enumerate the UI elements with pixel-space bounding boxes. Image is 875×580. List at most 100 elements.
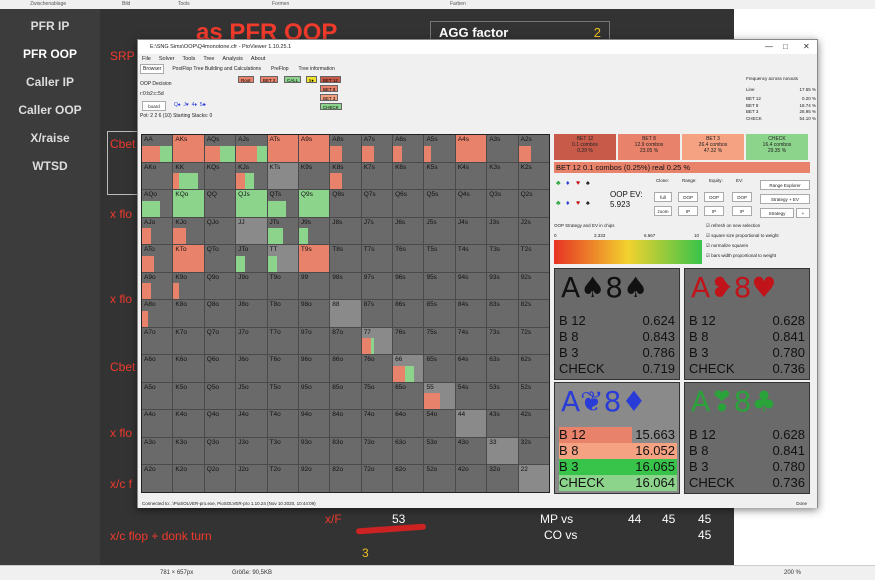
hand-cell-98s[interactable]: 98s bbox=[330, 272, 361, 300]
hand-cell-63s[interactable]: 63s bbox=[487, 355, 518, 382]
range-oop-button[interactable]: OOP bbox=[678, 192, 698, 202]
hand-cell-94o[interactable]: 94o bbox=[298, 410, 330, 437]
hand-cell-54s[interactable]: 54s bbox=[455, 382, 487, 410]
hand-cell-kqo[interactable]: KQo bbox=[173, 190, 204, 217]
sidebar-item-wtsd[interactable]: WTSD bbox=[0, 159, 100, 173]
hand-cell-t9o[interactable]: T9o bbox=[267, 272, 298, 300]
hand-cell-t5o[interactable]: T5o bbox=[267, 382, 298, 410]
hand-cell-q2s[interactable]: Q2s bbox=[518, 190, 549, 217]
hand-cell-62o[interactable]: 62o bbox=[393, 465, 424, 492]
hand-cell-k2s[interactable]: K2s bbox=[518, 162, 549, 190]
tab-browser[interactable]: Browser bbox=[140, 64, 165, 74]
hand-cell-76o[interactable]: 76o bbox=[361, 355, 393, 382]
hand-cell-a9s[interactable]: A9s bbox=[298, 135, 330, 162]
hand-cell-73o[interactable]: 73o bbox=[361, 437, 393, 465]
tree-node-bet3[interactable]: BET 3 bbox=[320, 94, 339, 101]
hand-cell-82s[interactable]: 82s bbox=[518, 300, 549, 327]
hand-cell-75s[interactable]: 75s bbox=[424, 327, 455, 355]
hand-cell-j8o[interactable]: J8o bbox=[236, 300, 267, 327]
hand-cell-k5o[interactable]: K5o bbox=[173, 382, 204, 410]
combo-card-spades[interactable]: A♠8♠ B 12 0.624 B 8 0.843 B 3 0.786 CHECK 0.719 bbox=[554, 268, 680, 380]
hand-cell-j7o[interactable]: J7o bbox=[236, 327, 267, 355]
tree-node-root[interactable]: Root bbox=[238, 76, 254, 83]
zoom-button[interactable]: zoom bbox=[654, 206, 672, 216]
menu-file[interactable]: File bbox=[142, 56, 151, 62]
hand-cell-k4s[interactable]: K4s bbox=[455, 162, 487, 190]
hand-cell-kjs[interactable]: KJs bbox=[236, 162, 267, 190]
tree-node-check[interactable]: CHECK bbox=[320, 103, 342, 110]
hand-cell-t3o[interactable]: T3o bbox=[267, 437, 298, 465]
hand-cell-jts[interactable]: JTs bbox=[267, 217, 298, 245]
hand-cell-t4o[interactable]: T4o bbox=[267, 410, 298, 437]
action-summary-bet3[interactable]: BET 3 26.4 combos 47.32 % bbox=[682, 134, 744, 160]
hand-cell-aa[interactable]: AA bbox=[142, 135, 173, 162]
hand-cell-k6s[interactable]: K6s bbox=[393, 162, 424, 190]
hand-cell-93s[interactable]: 93s bbox=[487, 272, 518, 300]
action-summary-check[interactable]: CHECK 16.4 combos 29.35 % bbox=[746, 134, 808, 160]
hand-cell-97o[interactable]: 97o bbox=[298, 327, 330, 355]
combo-card-hearts[interactable]: A❥8♥ B 12 0.628 B 8 0.841 B 3 0.780 CHECK 0.736 bbox=[684, 268, 810, 380]
hand-cell-96s[interactable]: 96s bbox=[393, 272, 424, 300]
menu-analysis[interactable]: Analysis bbox=[222, 56, 242, 62]
club-icon[interactable]: ♣ bbox=[556, 200, 561, 207]
hand-cell-83s[interactable]: 83s bbox=[487, 300, 518, 327]
sidebar-item-caller-oop[interactable]: Caller OOP bbox=[0, 103, 100, 117]
hand-cell-qjo[interactable]: QJo bbox=[204, 217, 236, 245]
hand-cell-a8s[interactable]: A8s bbox=[330, 135, 361, 162]
range-explorer-button[interactable]: Range Explorer bbox=[760, 180, 810, 190]
square-size-checkbox[interactable]: ☑ square size proportional to weight bbox=[706, 233, 779, 239]
tree-node-card[interactable]: 5♦ bbox=[306, 76, 317, 83]
hand-cell-83o[interactable]: 83o bbox=[330, 437, 361, 465]
hand-cell-t2s[interactable]: T2s bbox=[518, 245, 549, 272]
heart-icon[interactable]: ♥ bbox=[576, 180, 580, 187]
strategy-ev-button[interactable]: Strategy + EV bbox=[760, 194, 810, 204]
hand-cell-a5s[interactable]: A5s bbox=[424, 135, 455, 162]
hand-cell-k4o[interactable]: K4o bbox=[173, 410, 204, 437]
combo-card-clubs[interactable]: A❣8♣ B 12 0.628 B 8 0.841 B 3 0.780 CHECK 0.736 bbox=[684, 382, 810, 494]
hand-cell-a6o[interactable]: A6o bbox=[142, 355, 173, 382]
hand-cell-73s[interactable]: 73s bbox=[487, 327, 518, 355]
hand-cell-t4s[interactable]: T4s bbox=[455, 245, 487, 272]
hand-cell-62s[interactable]: 62s bbox=[518, 355, 549, 382]
heart-icon[interactable]: ♥ bbox=[576, 200, 580, 207]
refresh-checkbox[interactable]: ☑ refresh on new selection bbox=[706, 223, 760, 229]
ribbon-group[interactable]: Farben bbox=[450, 1, 466, 7]
hand-cell-k8o[interactable]: K8o bbox=[173, 300, 204, 327]
sidebar-item-xraise[interactable]: X/raise bbox=[0, 131, 100, 145]
hand-cell-t8s[interactable]: T8s bbox=[330, 245, 361, 272]
spade-icon[interactable]: ♠ bbox=[586, 200, 590, 207]
hand-cell-q2o[interactable]: Q2o bbox=[204, 465, 236, 492]
hand-cell-q4o[interactable]: Q4o bbox=[204, 410, 236, 437]
hand-cell-77[interactable]: 77 bbox=[361, 327, 393, 355]
hand-cell-72o[interactable]: 72o bbox=[361, 465, 393, 492]
hand-cell-65o[interactable]: 65o bbox=[393, 382, 424, 410]
hand-cell-k6o[interactable]: K6o bbox=[173, 355, 204, 382]
hand-cell-a6s[interactable]: A6s bbox=[393, 135, 424, 162]
hand-cell-q3s[interactable]: Q3s bbox=[487, 190, 518, 217]
ribbon-group[interactable]: Zwischenablage bbox=[30, 1, 66, 7]
hand-cell-j4s[interactable]: J4s bbox=[455, 217, 487, 245]
hand-cell-84o[interactable]: 84o bbox=[330, 410, 361, 437]
hand-cell-q4s[interactable]: Q4s bbox=[455, 190, 487, 217]
hand-cell-q7o[interactable]: Q7o bbox=[204, 327, 236, 355]
strategy-button[interactable]: Strategy bbox=[760, 208, 794, 218]
combo-card-diamonds[interactable]: A❦8♦ B 12 15.663 B 8 16.052 B 3 16.065 CHECK 16.… bbox=[554, 382, 680, 494]
hand-cell-76s[interactable]: 76s bbox=[393, 327, 424, 355]
hand-cell-65s[interactable]: 65s bbox=[424, 355, 455, 382]
tree-node-bet8[interactable]: BET 8 bbox=[320, 85, 339, 92]
hand-cell-a7o[interactable]: A7o bbox=[142, 327, 173, 355]
tree-node-bet12[interactable]: BET 12 bbox=[320, 76, 341, 83]
menu-solver[interactable]: Solver bbox=[159, 56, 175, 62]
hand-cell-74o[interactable]: 74o bbox=[361, 410, 393, 437]
hand-cell-43o[interactable]: 43o bbox=[455, 437, 487, 465]
hand-cell-j5o[interactable]: J5o bbox=[236, 382, 267, 410]
hand-cell-86s[interactable]: 86s bbox=[393, 300, 424, 327]
hand-cell-q7s[interactable]: Q7s bbox=[361, 190, 393, 217]
ribbon-group[interactable]: Tools bbox=[178, 1, 190, 7]
hand-cell-33[interactable]: 33 bbox=[487, 437, 518, 465]
hand-cell-jj[interactable]: JJ bbox=[236, 217, 267, 245]
hand-cell-q9s[interactable]: Q9s bbox=[298, 190, 330, 217]
hand-cell-92o[interactable]: 92o bbox=[298, 465, 330, 492]
hand-cell-j2o[interactable]: J2o bbox=[236, 465, 267, 492]
hand-cell-aks[interactable]: AKs bbox=[173, 135, 204, 162]
